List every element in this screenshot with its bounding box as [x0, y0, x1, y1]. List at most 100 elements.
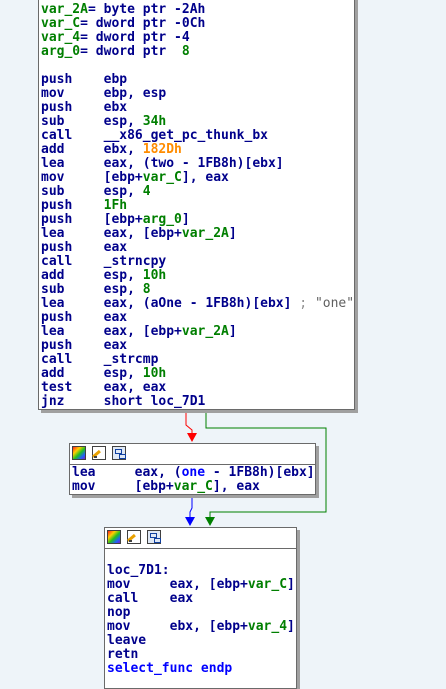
asm-token: push eax	[41, 338, 128, 353]
asm-token: var_C	[247, 577, 288, 592]
asm-line[interactable]: var_4= dword ptr -4	[41, 31, 354, 45]
asm-token: add esp,	[41, 268, 143, 283]
asm-token: var_C	[142, 170, 182, 185]
asm-token: ]	[228, 226, 237, 241]
asm-line[interactable]: mov [ebp+var_C], eax	[41, 171, 354, 185]
asm-line[interactable]: mov ebx, [ebp+var_4]	[107, 620, 295, 634]
rename-icon[interactable]	[127, 530, 141, 544]
asm-line[interactable]: lea eax, (aOne - 1FB8h)[ebx] ; "one"	[41, 297, 354, 311]
asm-line[interactable]: call _strncpy	[41, 255, 354, 269]
asm-token: 10h	[142, 366, 167, 381]
edge-false-arrow	[187, 433, 197, 442]
asm-token: 10h	[142, 268, 167, 283]
asm-token: mov ebx, [ebp+	[107, 619, 248, 634]
asm-token: mov ebp, esp	[41, 86, 167, 101]
asm-line[interactable]: push eax	[41, 339, 354, 353]
asm-token: ], eax	[212, 479, 260, 494]
edge-uncond-arrow	[185, 517, 195, 526]
asm-line[interactable]: lea eax, [ebp+var_2A]	[41, 325, 354, 339]
color-palette-icon[interactable]	[107, 530, 121, 544]
asm-line[interactable]: leave	[107, 634, 295, 648]
asm-token: = dword ptr -4	[80, 30, 190, 45]
graph-node-entry[interactable]: var_2A= byte ptr -2Ah var_C= dword ptr -0…	[38, 0, 355, 410]
asm-token: select_func endp	[107, 661, 233, 676]
node-branch-header	[70, 444, 315, 465]
asm-token: loc_7D1:	[107, 563, 170, 578]
asm-line[interactable]	[107, 550, 295, 564]
asm-line[interactable]: add esp, 10h	[41, 269, 354, 283]
asm-line[interactable]: jnz short loc_7D1	[41, 395, 354, 409]
asm-token: nop	[107, 605, 131, 620]
asm-token: push eax	[41, 240, 128, 255]
asm-line[interactable]: push eax	[41, 311, 354, 325]
rename-icon[interactable]	[92, 446, 106, 460]
asm-line[interactable]: test eax, eax	[41, 381, 354, 395]
asm-line[interactable]: retn	[107, 648, 295, 662]
asm-line[interactable]: call __x86_get_pc_thunk_bx	[41, 129, 354, 143]
asm-token: = byte ptr -2Ah	[87, 2, 206, 17]
asm-line[interactable]: push [ebp+arg_0]	[41, 213, 354, 227]
asm-token: sub esp,	[41, 114, 143, 129]
asm-line[interactable]: var_2A= byte ptr -2Ah	[41, 3, 354, 17]
asm-token: lea eax, (	[72, 465, 182, 480]
node-loc_7D1-code: loc_7D1: mov eax, [ebp+var_C] call eax nop m…	[107, 550, 295, 676]
asm-line[interactable]: mov eax, [ebp+var_C]	[107, 578, 295, 592]
asm-token: lea eax, (two - 1FB8h)[ebx]	[41, 156, 284, 171]
asm-line[interactable]: push ebx	[41, 101, 354, 115]
asm-token: push [ebp+	[41, 212, 143, 227]
asm-token: = dword ptr -0Ch	[80, 16, 206, 31]
asm-token: ]	[181, 212, 190, 227]
graph-node-branch[interactable]: lea eax, (one - 1FB8h)[ebx] mov [ebp+var_…	[69, 443, 316, 495]
asm-token: one	[181, 465, 206, 480]
asm-token: 4	[142, 184, 151, 199]
asm-token: call _strcmp	[41, 352, 159, 367]
node-branch-code: lea eax, (one - 1FB8h)[ebx] mov [ebp+var_…	[72, 466, 315, 494]
asm-line[interactable]: sub esp, 8	[41, 283, 354, 297]
asm-token: arg_0	[41, 44, 81, 59]
asm-line[interactable]: select_func endp	[107, 662, 295, 676]
asm-token: var_2A	[181, 324, 229, 339]
asm-token: ]	[228, 324, 237, 339]
asm-token: 1Fh	[103, 198, 128, 213]
asm-line[interactable]: add ebx, 182Dh	[41, 143, 354, 157]
color-palette-icon[interactable]	[72, 446, 86, 460]
asm-line[interactable]: loc_7D1:	[107, 564, 295, 578]
asm-line[interactable]: var_C= dword ptr -0Ch	[41, 17, 354, 31]
asm-token: test eax, eax	[41, 380, 167, 395]
asm-token: push ebp	[41, 72, 128, 87]
asm-line[interactable]: lea eax, (one - 1FB8h)[ebx]	[72, 466, 315, 480]
asm-token: mov [ebp+	[41, 170, 143, 185]
asm-token: ;	[291, 296, 315, 311]
asm-line[interactable]: sub esp, 4	[41, 185, 354, 199]
asm-line[interactable]: lea eax, [ebp+var_2A]	[41, 227, 354, 241]
asm-token: arg_0	[142, 212, 182, 227]
asm-line[interactable]: arg_0= dword ptr 8	[41, 45, 354, 59]
asm-line[interactable]: mov ebp, esp	[41, 87, 354, 101]
asm-token: ]	[287, 577, 295, 592]
asm-line[interactable]	[41, 59, 354, 73]
asm-line[interactable]: call _strcmp	[41, 353, 354, 367]
asm-line[interactable]: call eax	[107, 592, 295, 606]
asm-token: = dword ptr	[80, 44, 182, 59]
asm-token: lea eax, [ebp+	[41, 226, 182, 241]
asm-token: call eax	[107, 591, 194, 606]
graph-node-loc_7D1[interactable]: loc_7D1: mov eax, [ebp+var_C] call eax nop m…	[104, 527, 297, 689]
asm-line[interactable]: lea eax, (two - 1FB8h)[ebx]	[41, 157, 354, 171]
asm-line[interactable]: mov [ebp+var_C], eax	[72, 480, 315, 494]
edge-uncond	[189, 497, 193, 520]
asm-line[interactable]: sub esp, 34h	[41, 115, 354, 129]
asm-line[interactable]: push eax	[41, 241, 354, 255]
asm-token: lea eax, [ebp+	[41, 324, 182, 339]
group-nodes-icon[interactable]	[147, 530, 161, 544]
asm-line[interactable]: add esp, 10h	[41, 367, 354, 381]
asm-token: 34h	[142, 114, 167, 129]
asm-line[interactable]: nop	[107, 606, 295, 620]
asm-token: var_4	[247, 619, 288, 634]
asm-token: mov [ebp+	[72, 479, 174, 494]
asm-token: sub esp,	[41, 282, 143, 297]
asm-token: ], eax	[181, 170, 229, 185]
asm-line[interactable]: push ebp	[41, 73, 354, 87]
asm-token: push	[41, 198, 104, 213]
asm-line[interactable]: push 1Fh	[41, 199, 354, 213]
group-nodes-icon[interactable]	[112, 446, 126, 460]
